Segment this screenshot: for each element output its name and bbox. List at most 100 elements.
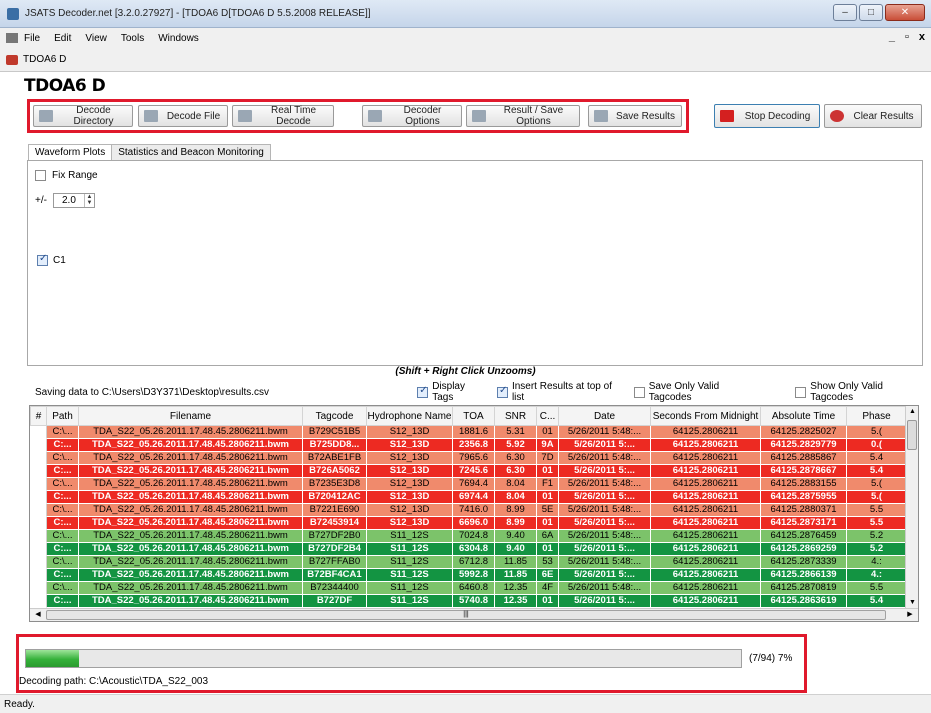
- row-selector[interactable]: [30, 542, 47, 556]
- table-row[interactable]: C:\... TDA_S22_05.26.2011.17.48.45.280621…: [30, 425, 907, 439]
- column-header[interactable]: #: [30, 406, 47, 426]
- channel-c1-checkbox[interactable]: [37, 253, 48, 266]
- show-valid-checkbox[interactable]: [795, 386, 807, 398]
- stop-icon: [720, 110, 734, 122]
- row-selector[interactable]: [30, 451, 47, 465]
- row-selector[interactable]: [30, 438, 47, 452]
- row-selector[interactable]: [30, 568, 47, 582]
- scroll-left-icon[interactable]: ◀: [32, 609, 44, 621]
- vertical-scroll-thumb[interactable]: [907, 420, 917, 450]
- table-row[interactable]: C:... TDA_S22_05.26.2011.17.48.45.2806211…: [30, 438, 907, 452]
- cell-hydrophone: S12_13D: [366, 477, 453, 491]
- table-row[interactable]: C:... TDA_S22_05.26.2011.17.48.45.2806211…: [30, 490, 907, 504]
- row-selector[interactable]: [30, 529, 47, 543]
- table-row[interactable]: C:... TDA_S22_05.26.2011.17.48.45.2806211…: [30, 568, 907, 582]
- mdi-minimize-button[interactable]: _: [889, 31, 895, 43]
- table-row[interactable]: C:\... TDA_S22_05.26.2011.17.48.45.280621…: [30, 503, 907, 517]
- document-menu-icon[interactable]: [6, 33, 18, 43]
- cell-date: 5/26/2011 5:...: [558, 516, 651, 530]
- column-header[interactable]: Phase: [846, 406, 907, 426]
- table-row[interactable]: C:\... TDA_S22_05.26.2011.17.48.45.280621…: [30, 555, 907, 569]
- cell-tagcode: B727FFAB0: [302, 555, 367, 569]
- menu-edit[interactable]: Edit: [54, 33, 71, 44]
- table-row[interactable]: C:\... TDA_S22_05.26.2011.17.48.45.280621…: [30, 477, 907, 491]
- cell-absolute-time: 64125.2885867: [760, 451, 847, 465]
- cell-filename: TDA_S22_05.26.2011.17.48.45.2806211.bwm: [78, 451, 303, 465]
- decode-file-button[interactable]: Decode File: [138, 105, 228, 127]
- range-value[interactable]: 2.0: [54, 195, 84, 206]
- cell-absolute-time: 64125.2883155: [760, 477, 847, 491]
- minimize-button[interactable]: –: [833, 4, 857, 21]
- column-header[interactable]: Filename: [78, 406, 303, 426]
- column-header[interactable]: Absolute Time: [760, 406, 847, 426]
- table-row[interactable]: C:... TDA_S22_05.26.2011.17.48.45.2806211…: [30, 594, 907, 608]
- column-header[interactable]: Path: [46, 406, 79, 426]
- cell-snr: 5.31: [494, 425, 537, 439]
- clear-results-button[interactable]: Clear Results: [824, 104, 922, 128]
- scroll-right-icon[interactable]: ▶: [904, 609, 916, 621]
- horizontal-scroll-thumb[interactable]: |||: [46, 610, 886, 620]
- table-row[interactable]: C:... TDA_S22_05.26.2011.17.48.45.2806211…: [30, 542, 907, 556]
- menu-windows[interactable]: Windows: [158, 33, 199, 44]
- row-selector[interactable]: [30, 477, 47, 491]
- row-selector[interactable]: [30, 425, 47, 439]
- close-button[interactable]: ✕: [885, 4, 925, 21]
- range-stepper[interactable]: 2.0 ▲ ▼: [52, 193, 95, 208]
- tab-statistics-beacon[interactable]: Statistics and Beacon Monitoring: [111, 144, 271, 161]
- cell-c: 6E: [536, 568, 559, 582]
- cell-c: 5E: [536, 503, 559, 517]
- scroll-up-icon[interactable]: ▲: [906, 406, 918, 418]
- column-header[interactable]: SNR: [494, 406, 537, 426]
- cell-c: 01: [536, 490, 559, 504]
- mdi-restore-button[interactable]: ▫: [905, 31, 909, 43]
- menu-file[interactable]: File: [24, 33, 40, 44]
- spin-arrows-icon[interactable]: ▲ ▼: [83, 194, 94, 207]
- table-row[interactable]: C:\... TDA_S22_05.26.2011.17.48.45.280621…: [30, 529, 907, 543]
- column-header[interactable]: C...: [536, 406, 559, 426]
- mdi-close-button[interactable]: x: [919, 31, 925, 43]
- insert-top-checkbox[interactable]: [496, 385, 508, 398]
- display-tags-checkbox[interactable]: [417, 385, 429, 398]
- row-selector[interactable]: [30, 594, 47, 608]
- results-grid[interactable]: # Path Filename Tagcode Hydrophone Name TOA SN…: [29, 405, 919, 622]
- cell-filename: TDA_S22_05.26.2011.17.48.45.2806211.bwm: [78, 581, 303, 595]
- cell-tagcode: B72ABE1FB: [302, 451, 367, 465]
- column-header[interactable]: Hydrophone Name: [366, 406, 453, 426]
- column-header[interactable]: Seconds From Midnight: [650, 406, 761, 426]
- table-row[interactable]: C:\... TDA_S22_05.26.2011.17.48.45.280621…: [30, 581, 907, 595]
- real-time-decode-button[interactable]: Real Time Decode: [232, 105, 334, 127]
- cell-path: C:\...: [46, 503, 79, 517]
- result-save-options-button[interactable]: Result / Save Options: [466, 105, 580, 127]
- cell-phase: 5.5: [846, 581, 907, 595]
- menu-view[interactable]: View: [85, 33, 107, 44]
- save-results-button[interactable]: Save Results: [588, 105, 682, 127]
- cell-absolute-time: 64125.2878667: [760, 464, 847, 478]
- decode-directory-button[interactable]: Decode Directory: [33, 105, 133, 127]
- column-header[interactable]: TOA: [452, 406, 495, 426]
- stop-decoding-button[interactable]: Stop Decoding: [714, 104, 820, 128]
- row-selector[interactable]: [30, 503, 47, 517]
- table-row[interactable]: C:\... TDA_S22_05.26.2011.17.48.45.280621…: [30, 451, 907, 465]
- row-selector[interactable]: [30, 490, 47, 504]
- decoder-options-button[interactable]: Decoder Options: [362, 105, 462, 127]
- row-selector[interactable]: [30, 464, 47, 478]
- horizontal-scrollbar[interactable]: ◀ ||| ▶: [30, 608, 918, 621]
- save-valid-checkbox[interactable]: [633, 386, 645, 398]
- cell-phase: 4.:: [846, 555, 907, 569]
- document-tab[interactable]: TDOA6 D: [23, 54, 66, 65]
- menu-tools[interactable]: Tools: [121, 33, 144, 44]
- row-selector[interactable]: [30, 555, 47, 569]
- fix-range-checkbox[interactable]: [35, 170, 46, 181]
- maximize-button[interactable]: □: [859, 4, 883, 21]
- row-selector[interactable]: [30, 516, 47, 530]
- table-row[interactable]: C:... TDA_S22_05.26.2011.17.48.45.2806211…: [30, 516, 907, 530]
- row-selector[interactable]: [30, 581, 47, 595]
- table-row[interactable]: C:... TDA_S22_05.26.2011.17.48.45.2806211…: [30, 464, 907, 478]
- column-header[interactable]: Tagcode: [302, 406, 367, 426]
- show-valid-label: Show Only Valid Tagcodes: [810, 381, 883, 403]
- cell-toa: 7245.6: [452, 464, 495, 478]
- cell-hydrophone: S11_12S: [366, 529, 453, 543]
- cell-seconds-from-midnight: 64125.2806211: [650, 438, 761, 452]
- vertical-scrollbar[interactable]: ▲ ▼: [905, 406, 918, 609]
- column-header[interactable]: Date: [558, 406, 651, 426]
